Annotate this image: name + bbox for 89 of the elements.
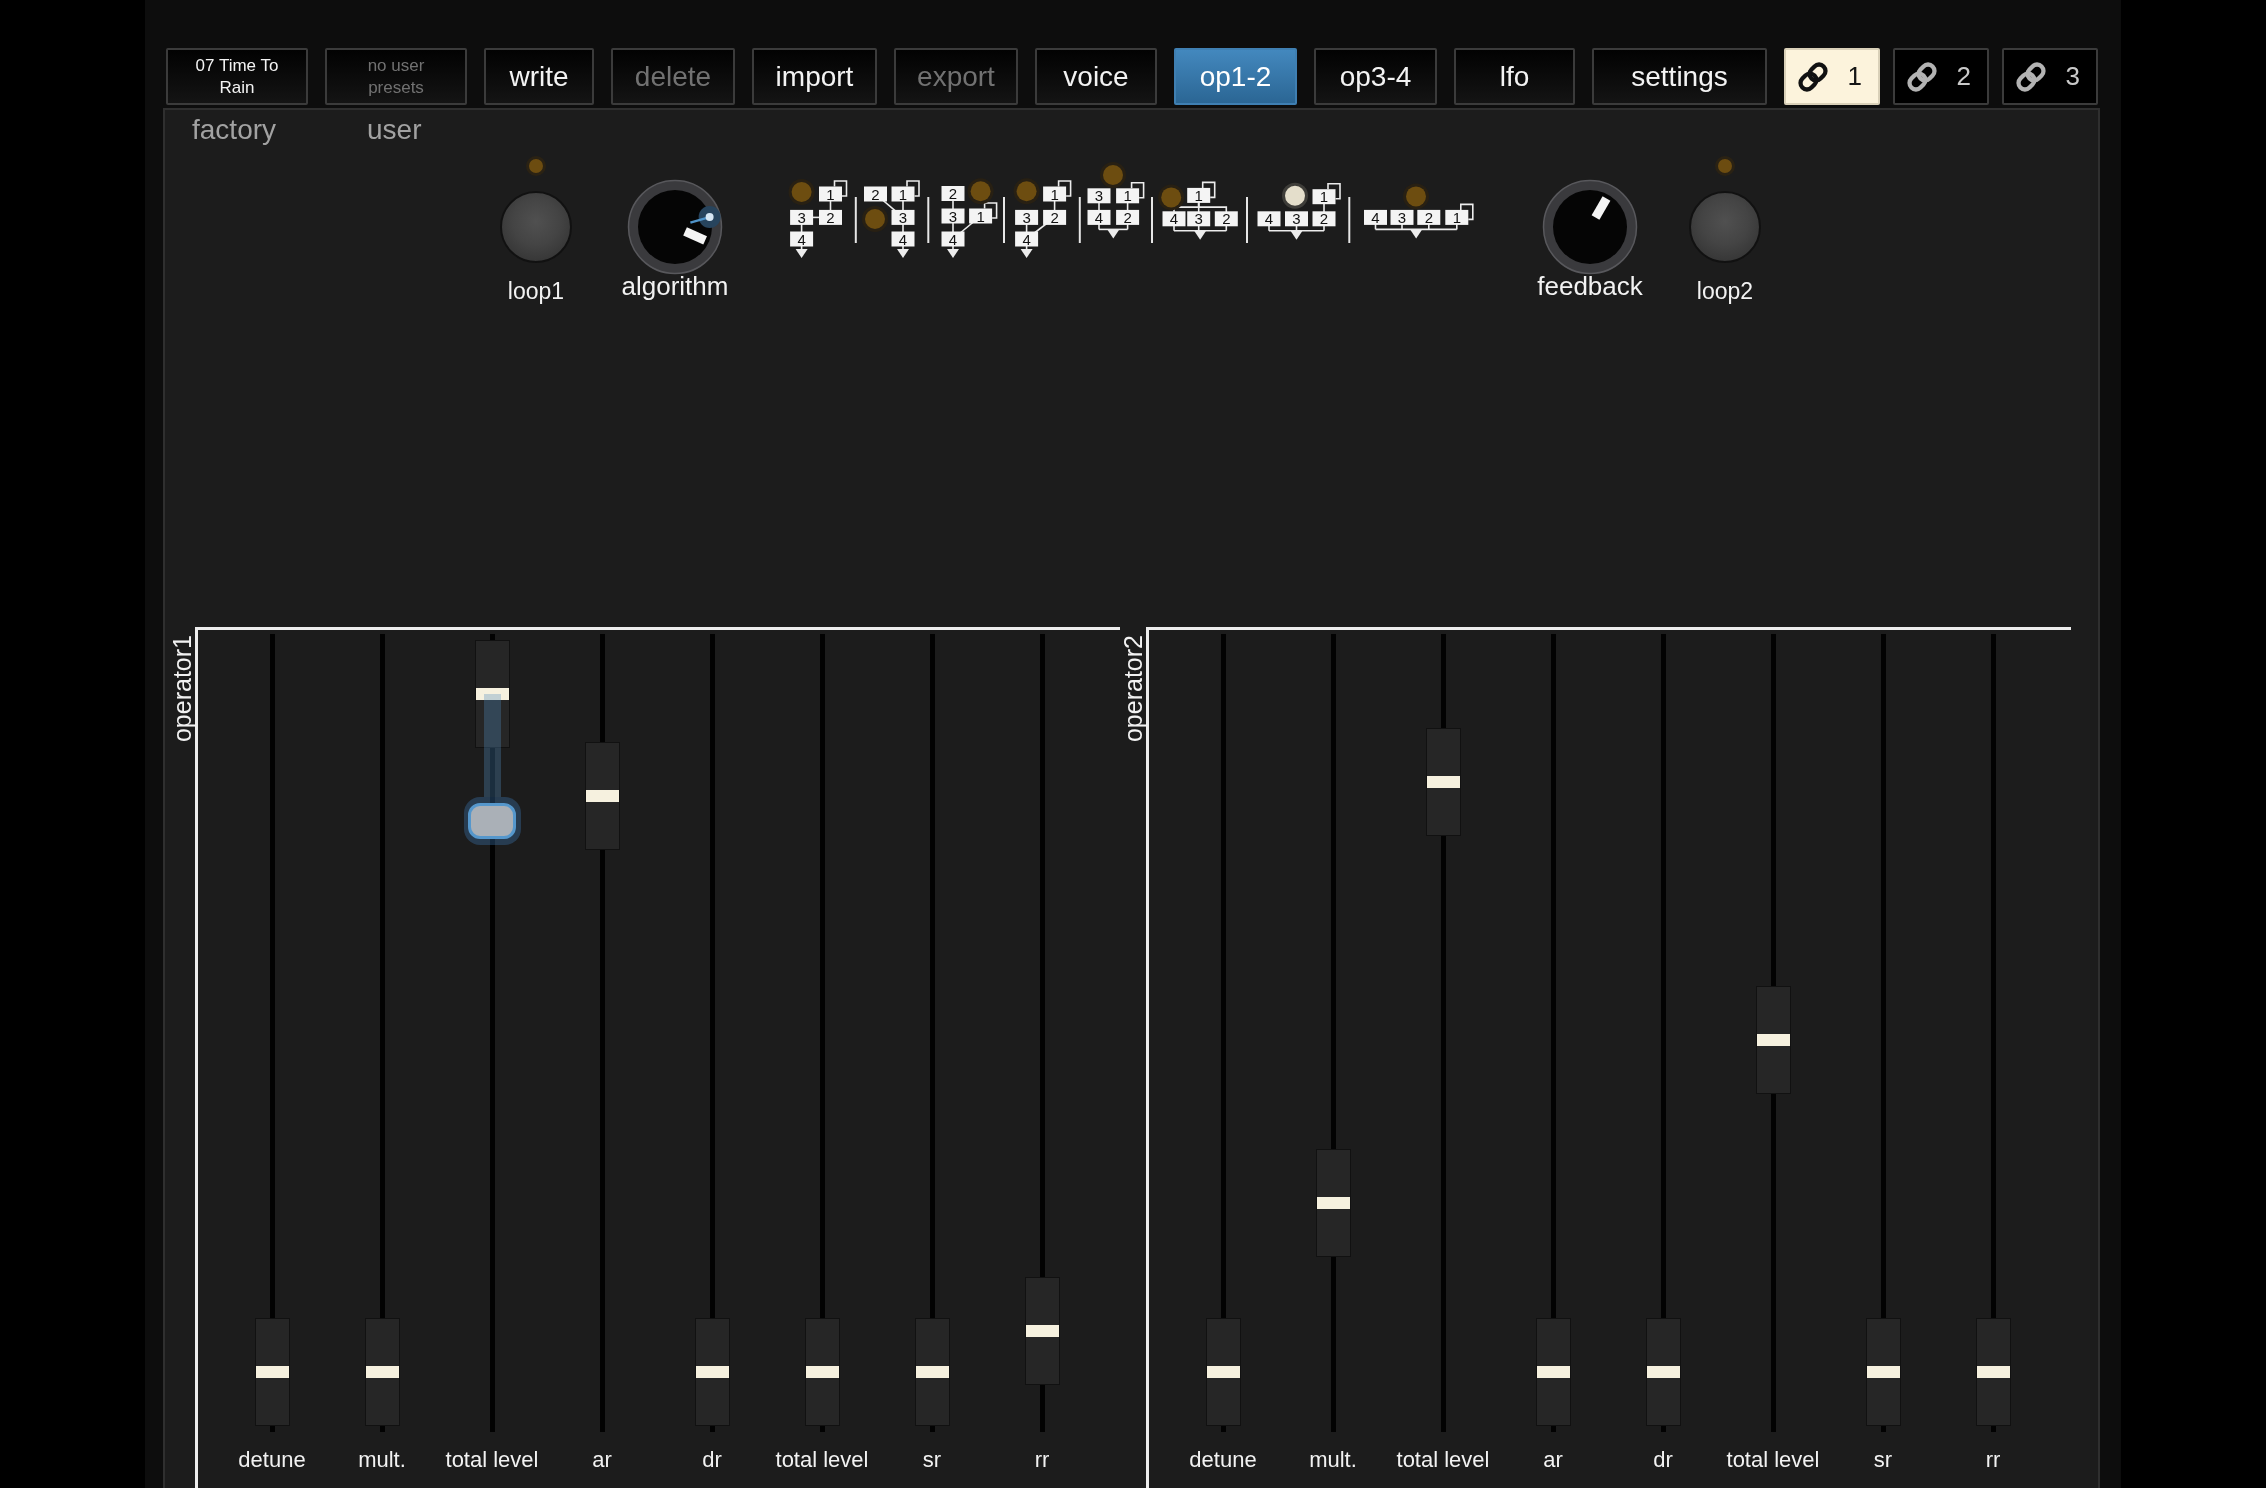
slider-thumb[interactable] bbox=[254, 1318, 290, 1426]
slider-label: mult. bbox=[1308, 1446, 1358, 1474]
control-label: feedback bbox=[1537, 272, 1643, 300]
slider-label: ar bbox=[591, 1446, 613, 1474]
control-label: loop1 bbox=[507, 277, 565, 305]
slider-thumb[interactable] bbox=[1975, 1318, 2011, 1426]
tab[interactable]: voice bbox=[1035, 48, 1157, 105]
tab[interactable]: op1-2 bbox=[1174, 48, 1297, 105]
link-icon bbox=[1907, 61, 1937, 92]
slider-label: detune bbox=[1188, 1446, 1258, 1474]
operator-tile: 2 bbox=[1312, 210, 1336, 228]
slider-thumb[interactable] bbox=[1205, 1318, 1241, 1426]
bank-tab[interactable]: user bbox=[367, 114, 422, 146]
operator-tile: 3 bbox=[891, 208, 915, 226]
operator-tile: 3 bbox=[1390, 208, 1414, 226]
operator-tile: 1 bbox=[969, 207, 993, 225]
tab[interactable]: settings bbox=[1592, 48, 1767, 105]
operator-tile: 1 bbox=[891, 185, 915, 203]
operator-tile: 4 bbox=[790, 230, 814, 248]
operator-tile: 1 bbox=[1043, 185, 1067, 203]
slider-label: rr bbox=[1033, 1446, 1051, 1474]
slider-thumb[interactable] bbox=[1865, 1318, 1901, 1426]
link-button[interactable]: 1 bbox=[1784, 48, 1880, 105]
operator-label: operator2 bbox=[1120, 635, 1146, 743]
slider-label: dr bbox=[701, 1446, 723, 1474]
operator-tile: 2 bbox=[864, 185, 887, 203]
slider-thumb[interactable] bbox=[914, 1318, 950, 1426]
operator-tile: 4 bbox=[1087, 208, 1111, 226]
slider-thumb[interactable] bbox=[1535, 1318, 1571, 1426]
operator-tile: 4 bbox=[891, 230, 915, 248]
link-icon bbox=[1798, 61, 1828, 92]
control-label: algorithm bbox=[621, 272, 729, 300]
slider-thumb[interactable] bbox=[364, 1318, 400, 1426]
operator-tile: 3 bbox=[1087, 187, 1111, 205]
slider-label: dr bbox=[1652, 1446, 1674, 1474]
operator-tile: 3 bbox=[1285, 210, 1308, 228]
slider-label: sr bbox=[1872, 1446, 1894, 1474]
operator-tile: 1 bbox=[1445, 208, 1469, 226]
slider-label: total level bbox=[1395, 1446, 1491, 1474]
tab[interactable]: lfo bbox=[1454, 48, 1575, 105]
slider-thumb[interactable] bbox=[1755, 985, 1791, 1094]
bank-tab[interactable]: factory bbox=[192, 114, 277, 146]
operator-tile: 2 bbox=[819, 208, 842, 226]
slider-thumb[interactable] bbox=[1024, 1277, 1060, 1386]
operator-tile: 2 bbox=[1043, 208, 1067, 226]
link-button[interactable]: 3 bbox=[2002, 48, 2098, 105]
action-button[interactable]: import bbox=[752, 48, 877, 105]
rotary-knob[interactable] bbox=[1542, 179, 1638, 275]
slider-thumb[interactable] bbox=[694, 1318, 730, 1426]
slider-label: detune bbox=[237, 1446, 307, 1474]
operator-tile: 1 bbox=[1116, 187, 1140, 205]
action-button[interactable]: write bbox=[484, 48, 594, 105]
operator-tile: 1 bbox=[1312, 188, 1336, 206]
operator-label: operator1 bbox=[169, 635, 195, 743]
operator-tile: 2 bbox=[1116, 208, 1140, 226]
link-button[interactable]: 2 bbox=[1893, 48, 1989, 105]
link-icon bbox=[2016, 61, 2046, 92]
rotary-knob[interactable] bbox=[627, 179, 723, 275]
operator-tile: 2 bbox=[941, 185, 965, 202]
drag-handle[interactable] bbox=[463, 694, 521, 845]
slider-thumb[interactable] bbox=[804, 1318, 840, 1426]
operator-tile: 2 bbox=[1417, 208, 1441, 226]
tab[interactable]: op3-4 bbox=[1314, 48, 1437, 105]
operator-tile: 4 bbox=[1162, 210, 1186, 228]
preset-button[interactable]: 07 Time To Rain bbox=[166, 48, 308, 105]
slider-thumb[interactable] bbox=[584, 741, 620, 850]
operator-tile: 2 bbox=[1214, 210, 1238, 228]
slider-label: rr bbox=[1984, 1446, 2002, 1474]
operator-tile: 3 bbox=[941, 207, 965, 225]
operator-tile: 4 bbox=[1364, 208, 1387, 226]
operator-tile: 4 bbox=[941, 230, 965, 248]
control-label: loop2 bbox=[1696, 277, 1754, 305]
slider-thumb[interactable] bbox=[1425, 728, 1461, 837]
slider-thumb[interactable] bbox=[474, 640, 510, 748]
operator-tile: 3 bbox=[1187, 210, 1211, 228]
slider-label: mult. bbox=[357, 1446, 407, 1474]
operator-tile: 3 bbox=[1015, 208, 1039, 226]
operator-tile: 4 bbox=[1257, 210, 1281, 228]
slider-label: ar bbox=[1542, 1446, 1564, 1474]
operator-tile: 1 bbox=[1187, 186, 1211, 204]
slider-label: total level bbox=[774, 1446, 870, 1474]
slider-label: sr bbox=[921, 1446, 943, 1474]
slider-thumb[interactable] bbox=[1315, 1148, 1351, 1257]
operator-tile: 1 bbox=[819, 185, 842, 203]
operator-tile: 4 bbox=[1015, 230, 1039, 248]
slider-label: total level bbox=[444, 1446, 540, 1474]
slider-thumb[interactable] bbox=[1645, 1318, 1681, 1426]
operator-tile: 3 bbox=[790, 208, 814, 226]
slider-label: total level bbox=[1725, 1446, 1821, 1474]
